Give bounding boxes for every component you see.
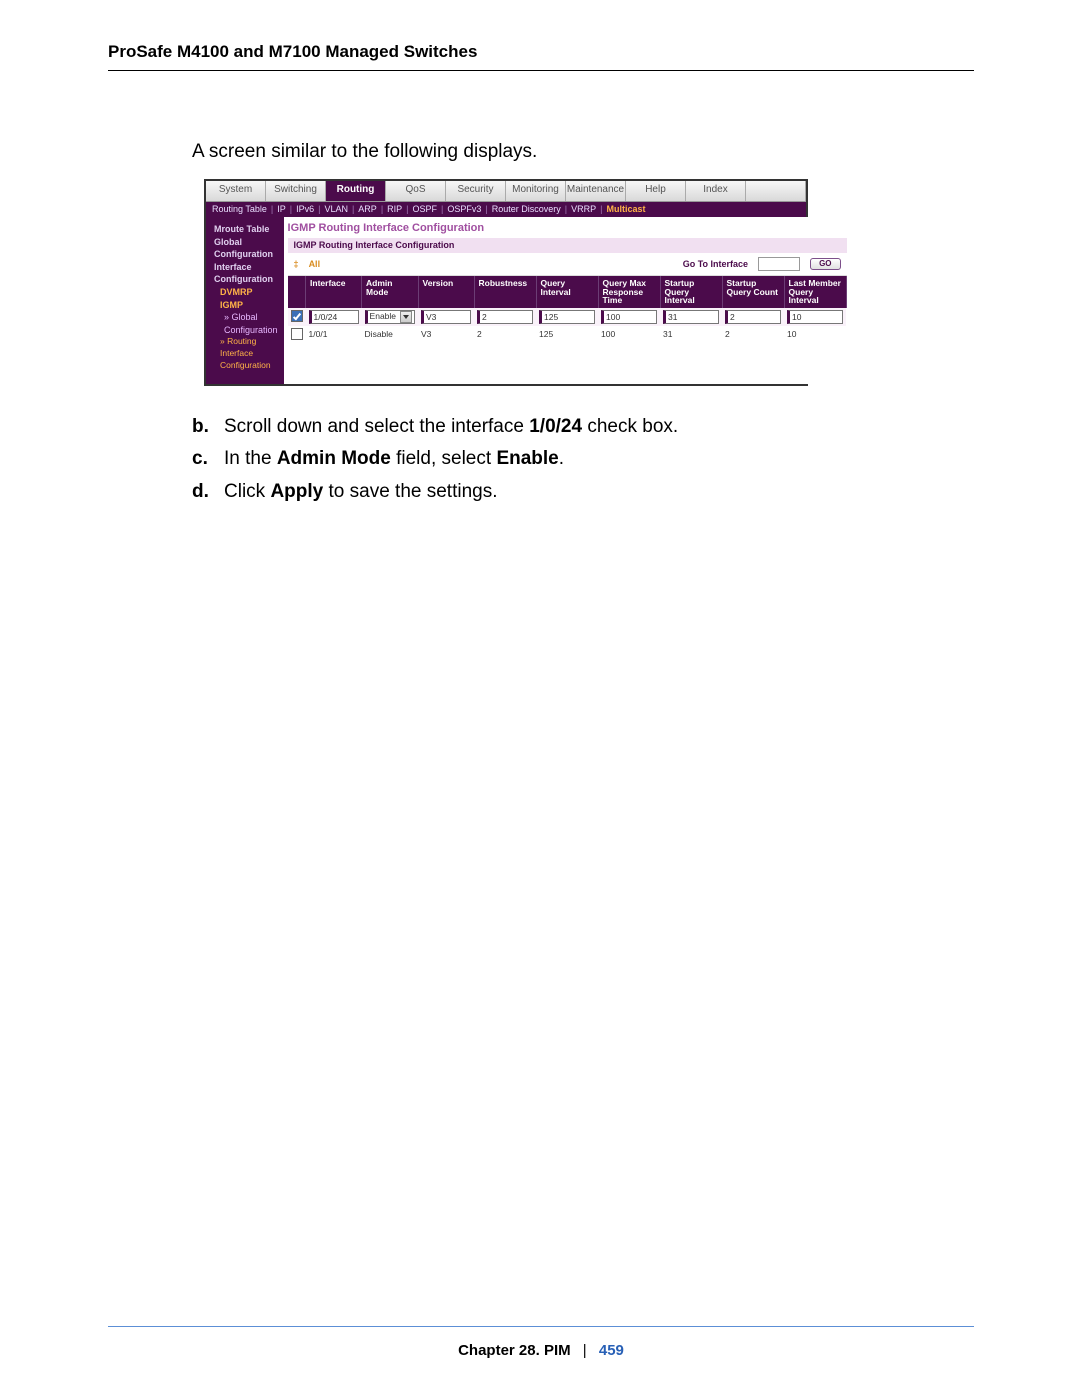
col-header: Startup Query Count [722, 276, 784, 308]
page-header: ProSafe M4100 and M7100 Managed Switches [108, 42, 974, 71]
sidebar-item[interactable]: Global [212, 236, 278, 249]
subnav-ipv6[interactable]: IPv6 [296, 205, 314, 214]
col-header: Last Member Query Interval [784, 276, 846, 308]
tab-monitoring[interactable]: Monitoring [506, 181, 566, 201]
tab-blank [746, 181, 806, 201]
table-cell[interactable]: 2 [474, 308, 536, 326]
col-header: Interface [306, 276, 362, 308]
embedded-screenshot: SystemSwitchingRoutingQoSSecurityMonitor… [204, 179, 808, 386]
sub-nav: Routing Table|IP|IPv6|VLAN|ARP|RIP|OSPF|… [206, 202, 806, 217]
sidebar-item[interactable]: Configuration [212, 360, 278, 372]
go-button[interactable]: GO [810, 258, 840, 270]
col-header: Version [418, 276, 474, 308]
tab-help[interactable]: Help [626, 181, 686, 201]
sidebar-item[interactable]: IGMP [212, 299, 278, 312]
table-cell: 2 [474, 326, 536, 344]
cell-input[interactable]: 100 [601, 310, 657, 324]
tab-routing[interactable]: Routing [326, 181, 386, 201]
top-tabs: SystemSwitchingRoutingQoSSecurityMonitor… [206, 181, 806, 202]
tab-switching[interactable]: Switching [266, 181, 326, 201]
cell-input[interactable]: 2 [477, 310, 533, 324]
table-cell: 10 [784, 326, 846, 344]
cell-input[interactable]: 31 [663, 310, 719, 324]
subnav-vrrp[interactable]: VRRP [571, 205, 596, 214]
intro-text: A screen similar to the following displa… [192, 141, 974, 163]
col-header [288, 276, 306, 308]
table-cell[interactable]: 1/0/24 [306, 308, 362, 326]
sidebar-item[interactable]: Configuration [212, 324, 278, 337]
goto-label: Go To Interface [683, 260, 748, 269]
row-checkbox[interactable] [291, 328, 303, 340]
table-cell[interactable]: 10 [784, 308, 846, 326]
table-cell[interactable]: V3 [418, 308, 474, 326]
table-cell: Disable [362, 326, 418, 344]
subnav-rip[interactable]: RIP [387, 205, 402, 214]
subnav-multicast[interactable]: Multicast [606, 205, 645, 214]
col-header: Query Interval [536, 276, 598, 308]
instruction-list: b. Scroll down and select the interface … [192, 412, 974, 507]
table-cell: 31 [660, 326, 722, 344]
sidebar-item[interactable]: » Routing Interface [212, 336, 278, 360]
col-header: Robustness [474, 276, 536, 308]
footer-page-number: 459 [599, 1342, 624, 1359]
tab-qos[interactable]: QoS [386, 181, 446, 201]
footer-chapter: Chapter 28. PIM [458, 1342, 571, 1359]
footer-rule [108, 1326, 974, 1327]
sidebar-item[interactable]: Interface [212, 261, 278, 274]
admin-mode-select[interactable]: Enable [365, 310, 415, 324]
step-d: Click Apply to save the settings. [224, 477, 498, 507]
sidebar-item[interactable]: Configuration [212, 273, 278, 286]
table-cell: 100 [598, 326, 660, 344]
table-cell[interactable]: 125 [536, 308, 598, 326]
tab-security[interactable]: Security [446, 181, 506, 201]
subnav-ospf[interactable]: OSPF [413, 205, 438, 214]
subnav-vlan[interactable]: VLAN [324, 205, 348, 214]
subnav-ospfv3[interactable]: OSPFv3 [447, 205, 481, 214]
filter-all[interactable]: All [309, 260, 321, 269]
sidebar: Mroute TableGlobalConfigurationInterface… [206, 217, 284, 384]
col-header: Admin Mode [362, 276, 418, 308]
table-cell: 125 [536, 326, 598, 344]
sidebar-item[interactable]: Configuration [212, 248, 278, 261]
tab-maintenance[interactable]: Maintenance [566, 181, 626, 201]
step-b: Scroll down and select the interface 1/0… [224, 412, 678, 442]
table-cell: 2 [722, 326, 784, 344]
goto-input[interactable] [758, 257, 800, 271]
table-cell[interactable]: 31 [660, 308, 722, 326]
subnav-routing-table[interactable]: Routing Table [212, 205, 267, 214]
col-header: Query Max Response Time [598, 276, 660, 308]
filter-arrows-icon: ‡ [294, 260, 299, 269]
subsection-title: IGMP Routing Interface Configuration [288, 238, 847, 253]
table-cell[interactable]: Enable [362, 308, 418, 326]
sidebar-item[interactable]: » Global [212, 311, 278, 324]
cell-input[interactable]: 10 [787, 310, 843, 324]
cell-input[interactable]: 2 [725, 310, 781, 324]
cell-input[interactable]: 1/0/24 [309, 310, 359, 324]
tab-system[interactable]: System [206, 181, 266, 201]
subnav-router-discovery[interactable]: Router Discovery [492, 205, 561, 214]
tab-index[interactable]: Index [686, 181, 746, 201]
chevron-down-icon[interactable] [400, 311, 412, 323]
row-checkbox[interactable] [291, 310, 303, 322]
sidebar-item[interactable]: Mroute Table [212, 223, 278, 236]
table-cell: V3 [418, 326, 474, 344]
step-marker-d: d. [192, 477, 214, 507]
config-table: InterfaceAdmin ModeVersionRobustnessQuer… [288, 276, 847, 343]
table-cell: 1/0/1 [306, 326, 362, 344]
table-cell[interactable]: 100 [598, 308, 660, 326]
step-marker-c: c. [192, 444, 214, 474]
subnav-ip[interactable]: IP [277, 205, 286, 214]
cell-input[interactable]: V3 [421, 310, 471, 324]
step-c: In the Admin Mode field, select Enable. [224, 444, 564, 474]
footer: Chapter 28. PIM | 459 [108, 1342, 974, 1359]
step-marker-b: b. [192, 412, 214, 442]
col-header: Startup Query Interval [660, 276, 722, 308]
sidebar-item[interactable]: DVMRP [212, 286, 278, 299]
subnav-arp[interactable]: ARP [358, 205, 377, 214]
section-title: IGMP Routing Interface Configuration [288, 223, 847, 234]
cell-input[interactable]: 125 [539, 310, 595, 324]
table-cell[interactable]: 2 [722, 308, 784, 326]
